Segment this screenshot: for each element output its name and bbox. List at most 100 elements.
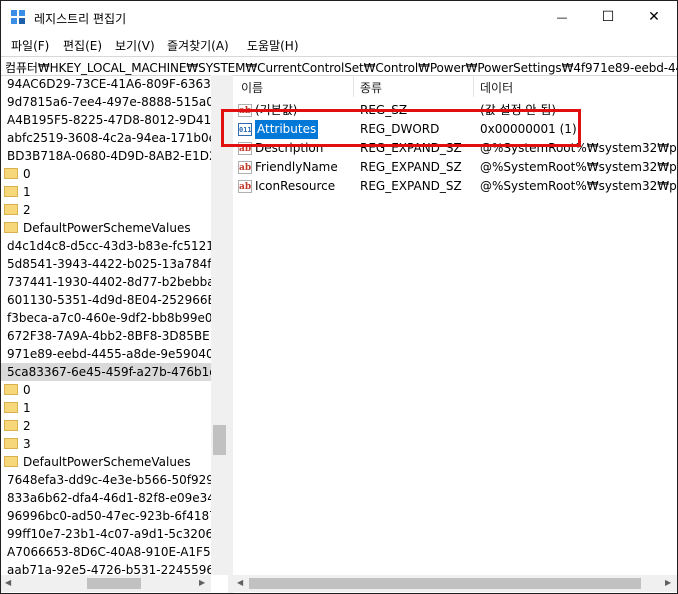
tree-item-label: DefaultPowerSchemeValues bbox=[23, 455, 191, 469]
column-header-name[interactable]: 이름 bbox=[241, 79, 263, 96]
tree-vertical-scrollbar[interactable] bbox=[211, 75, 228, 575]
tree-key-item[interactable]: 96996bc0-ad50-47ec-923b-6f41874 bbox=[1, 507, 211, 525]
title-bar: 레지스트리 편집기 — ☐ ✕ bbox=[1, 1, 677, 33]
tree-key-item[interactable]: 971e89-eebd-4455-a8de-9e59040e73 bbox=[1, 345, 211, 363]
address-bar[interactable]: 컴퓨터₩HKEY_LOCAL_MACHINE₩SYSTEM₩CurrentCon… bbox=[1, 56, 677, 76]
key-tree-pane: 94AC6D29-73CE-41A6-809F-6363BA 9d7815a6-7… bbox=[1, 75, 228, 593]
folder-icon bbox=[4, 222, 18, 233]
folder-icon bbox=[4, 204, 18, 215]
menu-favorites[interactable]: 즐겨찾기(A) bbox=[167, 37, 229, 54]
tree-key-item[interactable]: 7648efa3-dd9c-4e3e-b566-50f92938 bbox=[1, 471, 211, 489]
tree-item-label: 9d7815a6-7ee4-497e-8888-515a05f bbox=[7, 95, 211, 109]
attributes-highlight-box bbox=[221, 109, 581, 147]
tree-key-item[interactable]: 9d7815a6-7ee4-497e-8888-515a05f bbox=[1, 93, 211, 111]
minimize-button[interactable]: — bbox=[539, 1, 585, 33]
address-path: 컴퓨터₩HKEY_LOCAL_MACHINE₩SYSTEM₩CurrentCon… bbox=[5, 61, 677, 75]
folder-icon bbox=[4, 402, 18, 413]
tree-key-item[interactable]: f3beca-a7c0-460e-9df2-bb8b99e0cb bbox=[1, 309, 211, 327]
column-header-data[interactable]: 데이터 bbox=[480, 79, 513, 96]
tree-item-label: 5d8541-3943-4422-b025-13a784f67 bbox=[7, 257, 211, 271]
tree-key-item[interactable]: 5d8541-3943-4422-b025-13a784f67 bbox=[1, 255, 211, 273]
maximize-button[interactable]: ☐ bbox=[585, 1, 631, 33]
tree-item-label: DefaultPowerSchemeValues bbox=[23, 221, 191, 235]
tree-key-item[interactable]: 601130-5351-4d9d-8E04-252966BAI bbox=[1, 291, 211, 309]
tree-folder-item[interactable]: 2 bbox=[1, 201, 211, 219]
scroll-right-arrow-icon[interactable]: ▶ bbox=[665, 578, 671, 587]
tree-folder-item[interactable]: 0 bbox=[1, 165, 211, 183]
tree-item-label: 7648efa3-dd9c-4e3e-b566-50f92938 bbox=[7, 473, 211, 487]
tree-key-item[interactable]: 99ff10e7-23b1-4c07-a9d1-5c3206d7 bbox=[1, 525, 211, 543]
tree-item-label: 737441-1930-4402-8d77-b2bebba30 bbox=[7, 275, 211, 289]
tree-folder-item[interactable]: 0 bbox=[1, 381, 211, 399]
tree-key-item[interactable]: 737441-1930-4402-8d77-b2bebba30 bbox=[1, 273, 211, 291]
close-icon: ✕ bbox=[648, 9, 660, 25]
tree-folder-item[interactable]: 2 bbox=[1, 417, 211, 435]
folder-icon bbox=[4, 438, 18, 449]
tree-vertical-scroll-thumb[interactable] bbox=[213, 425, 226, 455]
values-horizontal-scrollbar[interactable]: ◀ ▶ bbox=[233, 575, 677, 592]
tree-folder-item[interactable]: DefaultPowerSchemeValues bbox=[1, 219, 211, 237]
tree-horizontal-scrollbar[interactable]: ◀ ▶ bbox=[1, 575, 211, 592]
tree-folder-item[interactable]: 1 bbox=[1, 183, 211, 201]
value-data: @%SystemRoot%₩system32₩powrp bbox=[480, 160, 677, 174]
folder-icon bbox=[4, 186, 18, 197]
value-name: IconResource bbox=[255, 179, 336, 193]
tree-item-label: 1 bbox=[23, 185, 31, 199]
menu-help[interactable]: 도움말(H) bbox=[247, 37, 299, 54]
tree-key-item[interactable]: BD3B718A-0680-4D9D-8AB2-E1D2B bbox=[1, 147, 211, 165]
tree-item-label: 5ca83367-6e45-459f-a27b-476b1d0 bbox=[7, 365, 211, 379]
column-header-type[interactable]: 종류 bbox=[360, 79, 382, 96]
tree-horizontal-scroll-thumb[interactable] bbox=[87, 578, 141, 589]
window-title: 레지스트리 편집기 bbox=[34, 12, 127, 26]
minimize-icon: — bbox=[556, 10, 568, 24]
tree-key-item[interactable]: A4B195F5-8225-47D8-8012-9D4136 bbox=[1, 111, 211, 129]
scroll-left-arrow-icon[interactable]: ◀ bbox=[5, 578, 11, 587]
registry-app-icon bbox=[11, 10, 25, 24]
tree-key-item[interactable]: abfc2519-3608-4c2a-94ea-171b0ed5 bbox=[1, 129, 211, 147]
tree-item-label: 96996bc0-ad50-47ec-923b-6f41874 bbox=[7, 509, 211, 523]
tree-item-label: 3 bbox=[23, 437, 31, 451]
tree-folder-item[interactable]: DefaultPowerSchemeValues bbox=[1, 453, 211, 471]
values-horizontal-scroll-thumb[interactable] bbox=[249, 578, 641, 589]
menu-edit[interactable]: 편집(E) bbox=[63, 37, 102, 54]
tree-item-label: 971e89-eebd-4455-a8de-9e59040e73 bbox=[7, 347, 211, 361]
tree-folder-item[interactable]: 1 bbox=[1, 399, 211, 417]
menu-file[interactable]: 파일(F) bbox=[11, 37, 49, 54]
tree-item-label: BD3B718A-0680-4D9D-8AB2-E1D2B bbox=[7, 149, 211, 163]
column-separator[interactable] bbox=[353, 75, 354, 97]
string-value-icon: ab bbox=[238, 180, 252, 193]
tree-key-item[interactable]: d4c1d4c8-d5cc-43d3-b83e-fc51215 bbox=[1, 237, 211, 255]
value-type: REG_EXPAND_SZ bbox=[360, 160, 462, 174]
value-name: FriendlyName bbox=[255, 160, 338, 174]
folder-icon bbox=[4, 168, 18, 179]
tree-item-label: abfc2519-3608-4c2a-94ea-171b0ed5 bbox=[7, 131, 211, 145]
maximize-icon: ☐ bbox=[601, 9, 615, 25]
tree-item-label: f3beca-a7c0-460e-9df2-bb8b99e0cb bbox=[7, 311, 211, 325]
folder-icon bbox=[4, 384, 18, 395]
values-list-pane: 이름 종류 데이터 ab (기본값) REG_SZ (값 설정 안 됨) 011 Attr… bbox=[233, 75, 677, 593]
value-data: @%SystemRoot%₩system32₩powrp bbox=[480, 179, 677, 193]
tree-key-item[interactable]: A7066653-8D6C-40A8-910E-A1F54I bbox=[1, 543, 211, 561]
tree-item-label: A4B195F5-8225-47D8-8012-9D4136 bbox=[7, 113, 211, 127]
column-separator[interactable] bbox=[473, 75, 474, 97]
tree-item-label: 1 bbox=[23, 401, 31, 415]
tree-folder-item[interactable]: 3 bbox=[1, 435, 211, 453]
tree-item-label: 0 bbox=[23, 167, 31, 181]
tree-key-item[interactable]: 5ca83367-6e45-459f-a27b-476b1d0 bbox=[1, 363, 211, 381]
tree-item-label: 2 bbox=[23, 419, 31, 433]
value-row[interactable]: ab FriendlyName REG_EXPAND_SZ @%SystemRoot%… bbox=[233, 158, 677, 177]
tree-item-label: 833a6b62-dfa4-46d1-82f8-e09e34d0 bbox=[7, 491, 211, 505]
tree-item-label: 2 bbox=[23, 203, 31, 217]
menu-view[interactable]: 보기(V) bbox=[115, 37, 155, 54]
close-button[interactable]: ✕ bbox=[631, 1, 677, 33]
tree-item-label: 99ff10e7-23b1-4c07-a9d1-5c3206d7 bbox=[7, 527, 211, 541]
value-row[interactable]: ab IconResource REG_EXPAND_SZ @%SystemRoot%… bbox=[233, 177, 677, 196]
scroll-right-arrow-icon[interactable]: ▶ bbox=[199, 578, 205, 587]
scroll-left-arrow-icon[interactable]: ◀ bbox=[237, 578, 243, 587]
tree-key-item[interactable]: 94AC6D29-73CE-41A6-809F-6363BA bbox=[1, 75, 211, 93]
tree-item-label: 601130-5351-4d9d-8E04-252966BAI bbox=[7, 293, 211, 307]
string-value-icon: ab bbox=[238, 161, 252, 174]
tree-item-label: 672F38-7A9A-4bb2-8BF8-3D85BE19 bbox=[7, 329, 211, 343]
tree-key-item[interactable]: 672F38-7A9A-4bb2-8BF8-3D85BE19 bbox=[1, 327, 211, 345]
tree-key-item[interactable]: 833a6b62-dfa4-46d1-82f8-e09e34d0 bbox=[1, 489, 211, 507]
